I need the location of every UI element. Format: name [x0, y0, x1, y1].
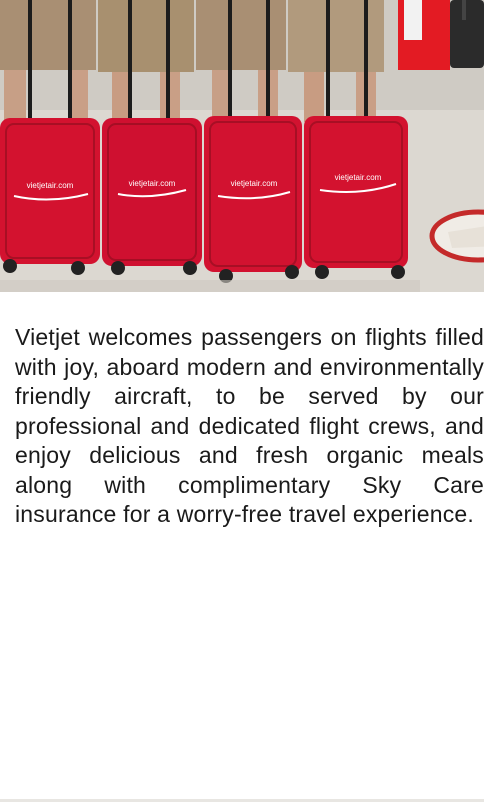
page: vietjetair.com vietjetair.com vietjetair… [0, 0, 484, 802]
suitcase-logo: vietjetair.com [231, 179, 278, 188]
suitcase-logo: vietjetair.com [335, 173, 382, 182]
suitcase-logo: vietjetair.com [129, 179, 176, 188]
suitcase-logo: vietjetair.com [27, 181, 74, 190]
article-paragraph: Vietjet welcomes passengers on flights f… [15, 324, 484, 527]
suitcases-photo: vietjetair.com vietjetair.com vietjetair… [0, 0, 484, 292]
hero-image: vietjetair.com vietjetair.com vietjetair… [0, 0, 484, 292]
